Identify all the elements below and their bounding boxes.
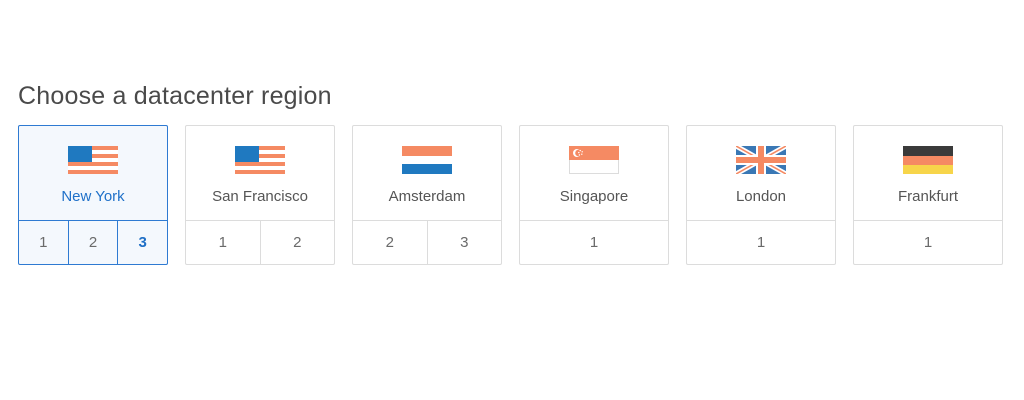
region-name: Amsterdam [388, 188, 466, 205]
datacenter-options: 1 [854, 221, 1002, 264]
datacenter-option[interactable]: 2 [259, 221, 335, 264]
uk-flag-icon [736, 146, 786, 174]
region-name: London [735, 188, 787, 205]
region-name: Frankfurt [897, 188, 958, 205]
datacenter-option[interactable]: 1 [19, 221, 68, 264]
region-list: New York 1 2 3 San Francisco 1 2 Amsterd… [18, 125, 1003, 265]
region-card-london[interactable]: London 1 [686, 125, 836, 265]
datacenter-option[interactable]: 3 [426, 221, 502, 264]
region-card-header[interactable]: Singapore [520, 126, 668, 221]
datacenter-options: 1 [520, 221, 668, 264]
datacenter-options: 1 2 3 [19, 221, 167, 264]
region-name: New York [61, 188, 125, 205]
page-title: Choose a datacenter region [18, 82, 332, 110]
datacenter-option[interactable]: 1 [520, 221, 668, 264]
us-flag-icon [235, 146, 285, 174]
datacenter-option-selected[interactable]: 3 [117, 221, 167, 264]
us-flag-icon [68, 146, 118, 174]
nl-flag-icon [402, 146, 452, 174]
sg-flag-icon [569, 146, 619, 174]
region-card-singapore[interactable]: Singapore 1 [519, 125, 669, 265]
region-name: Singapore [559, 188, 629, 205]
region-card-frankfurt[interactable]: Frankfurt 1 [853, 125, 1003, 265]
datacenter-options: 1 [687, 221, 835, 264]
region-card-header[interactable]: San Francisco [186, 126, 334, 221]
datacenter-option[interactable]: 2 [353, 221, 427, 264]
region-card-amsterdam[interactable]: Amsterdam 2 3 [352, 125, 502, 265]
region-card-san-francisco[interactable]: San Francisco 1 2 [185, 125, 335, 265]
region-name: San Francisco [212, 188, 308, 205]
region-card-header[interactable]: Amsterdam [353, 126, 501, 221]
datacenter-options: 2 3 [353, 221, 501, 264]
datacenter-region-picker: Choose a datacenter region New York 1 2 … [0, 0, 1024, 400]
datacenter-option[interactable]: 2 [67, 221, 118, 264]
region-card-header[interactable]: London [687, 126, 835, 221]
datacenter-option[interactable]: 1 [854, 221, 1002, 264]
datacenter-option[interactable]: 1 [186, 221, 260, 264]
region-card-header[interactable]: Frankfurt [854, 126, 1002, 221]
de-flag-icon [903, 146, 953, 174]
region-card-header[interactable]: New York [19, 126, 167, 221]
datacenter-option[interactable]: 1 [687, 221, 835, 264]
region-card-new-york[interactable]: New York 1 2 3 [18, 125, 168, 265]
datacenter-options: 1 2 [186, 221, 334, 264]
